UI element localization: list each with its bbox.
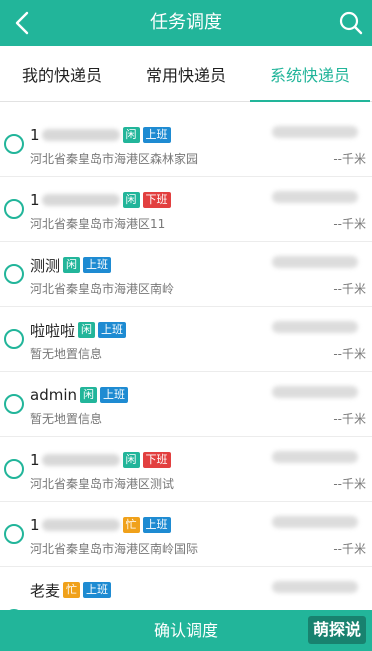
availability-badge: 闲 bbox=[80, 387, 97, 403]
availability-badge: 闲 bbox=[78, 322, 96, 338]
courier-name: 1 bbox=[30, 451, 40, 469]
redacted-phone bbox=[41, 129, 120, 141]
courier-row[interactable]: 老麦忙上班 bbox=[0, 567, 372, 610]
courier-name-line: 1 闲下班 bbox=[30, 449, 171, 471]
tab-my-couriers[interactable]: 我的快递员 bbox=[0, 46, 124, 102]
work-status-badge: 上班 bbox=[100, 387, 128, 403]
redacted-info bbox=[272, 386, 358, 398]
availability-badge: 闲 bbox=[122, 192, 140, 208]
courier-name: 1 bbox=[30, 516, 40, 534]
courier-row[interactable]: 1 忙上班河北省秦皇岛市海港区南岭国际 --千米 bbox=[0, 502, 372, 567]
work-status-badge: 上班 bbox=[83, 257, 112, 273]
select-radio[interactable] bbox=[4, 459, 24, 479]
redacted-info bbox=[272, 191, 358, 203]
courier-name: 啦啦啦 bbox=[30, 321, 76, 340]
redacted-info bbox=[272, 321, 358, 333]
courier-distance: --千米 bbox=[333, 282, 366, 296]
courier-distance: --千米 bbox=[333, 152, 366, 166]
courier-name-line: 老麦忙上班 bbox=[30, 579, 112, 601]
work-status-badge: 上班 bbox=[142, 127, 171, 143]
tab-bar: 我的快递员 常用快递员 系统快递员 bbox=[0, 46, 372, 102]
courier-address: 河北省秦皇岛市海港区南岭国际 bbox=[30, 542, 199, 556]
active-tab-indicator bbox=[250, 100, 370, 102]
select-radio[interactable] bbox=[4, 394, 24, 414]
courier-name-line: 啦啦啦闲上班 bbox=[30, 319, 127, 341]
courier-list[interactable]: 1 闲上班 河北省秦皇岛市海港区森林家园 --千米 1 闲下班 河北省秦皇岛市海港区11 --… bbox=[0, 112, 372, 610]
courier-row[interactable]: 啦啦啦闲上班暂无地置信息 --千米 bbox=[0, 307, 372, 372]
availability-badge: 闲 bbox=[122, 127, 140, 143]
redacted-info bbox=[272, 256, 358, 268]
courier-name-line: 1 闲上班 bbox=[30, 124, 171, 146]
select-radio[interactable] bbox=[4, 264, 24, 284]
courier-row[interactable]: 1 闲上班河北省秦皇岛市海港区森林家园 --千米 bbox=[0, 112, 372, 177]
tab-frequent-couriers[interactable]: 常用快递员 bbox=[124, 46, 248, 102]
redacted-phone bbox=[41, 194, 120, 206]
courier-distance: --千米 bbox=[333, 477, 366, 491]
select-radio[interactable] bbox=[4, 199, 24, 219]
courier-distance: --千米 bbox=[333, 347, 366, 361]
redacted-phone bbox=[41, 519, 120, 531]
courier-row[interactable]: 1 闲下班河北省秦皇岛市海港区11 --千米 bbox=[0, 177, 372, 242]
courier-name-line: 测测闲上班 bbox=[30, 254, 112, 276]
redacted-info bbox=[272, 516, 358, 528]
search-button[interactable] bbox=[336, 8, 366, 38]
redacted-phone bbox=[41, 454, 120, 466]
top-bar: 任务调度 bbox=[0, 0, 372, 46]
select-radio[interactable] bbox=[4, 329, 24, 349]
select-radio[interactable] bbox=[4, 524, 24, 544]
page-title: 任务调度 bbox=[150, 12, 222, 33]
search-icon bbox=[339, 11, 363, 35]
courier-address: 暂无地置信息 bbox=[30, 347, 103, 361]
courier-name: 测测 bbox=[30, 256, 61, 275]
work-status-badge: 下班 bbox=[142, 192, 171, 208]
courier-name: 老麦 bbox=[30, 581, 61, 600]
redacted-info bbox=[272, 581, 358, 593]
work-status-badge: 上班 bbox=[98, 322, 127, 338]
redacted-info bbox=[272, 126, 358, 138]
select-radio[interactable] bbox=[4, 134, 24, 154]
courier-distance: --千米 bbox=[333, 217, 366, 231]
courier-row[interactable]: admin 闲上班暂无地置信息 --千米 bbox=[0, 372, 372, 437]
courier-address: 河北省秦皇岛市海港区南岭 bbox=[30, 282, 175, 296]
courier-name-line: admin 闲上班 bbox=[30, 384, 128, 406]
courier-row[interactable]: 测测闲上班河北省秦皇岛市海港区南岭 --千米 bbox=[0, 242, 372, 307]
courier-address: 河北省秦皇岛市海港区11 bbox=[30, 217, 166, 231]
courier-name-line: 1 闲下班 bbox=[30, 189, 171, 211]
availability-badge: 忙 bbox=[122, 517, 140, 533]
courier-address: 河北省秦皇岛市海港区测试 bbox=[30, 477, 175, 491]
availability-badge: 闲 bbox=[122, 452, 140, 468]
courier-row[interactable]: 1 闲下班河北省秦皇岛市海港区测试 --千米 bbox=[0, 437, 372, 502]
tab-system-couriers[interactable]: 系统快递员 bbox=[248, 46, 372, 102]
work-status-badge: 上班 bbox=[142, 517, 171, 533]
bottom-bar: 确认调度 萌探说 bbox=[0, 610, 372, 651]
courier-name: admin bbox=[30, 386, 77, 404]
courier-name: 1 bbox=[30, 191, 40, 209]
courier-address: 暂无地置信息 bbox=[30, 412, 103, 426]
availability-badge: 闲 bbox=[63, 257, 81, 273]
redacted-info bbox=[272, 451, 358, 463]
courier-distance: --千米 bbox=[333, 412, 366, 426]
work-status-badge: 下班 bbox=[142, 452, 171, 468]
courier-name: 1 bbox=[30, 126, 40, 144]
courier-distance: --千米 bbox=[333, 542, 366, 556]
watermark: 萌探说 bbox=[307, 616, 366, 644]
courier-name-line: 1 忙上班 bbox=[30, 514, 171, 536]
courier-address: 河北省秦皇岛市海港区森林家园 bbox=[30, 152, 199, 166]
work-status-badge: 上班 bbox=[83, 582, 112, 598]
availability-badge: 忙 bbox=[63, 582, 81, 598]
